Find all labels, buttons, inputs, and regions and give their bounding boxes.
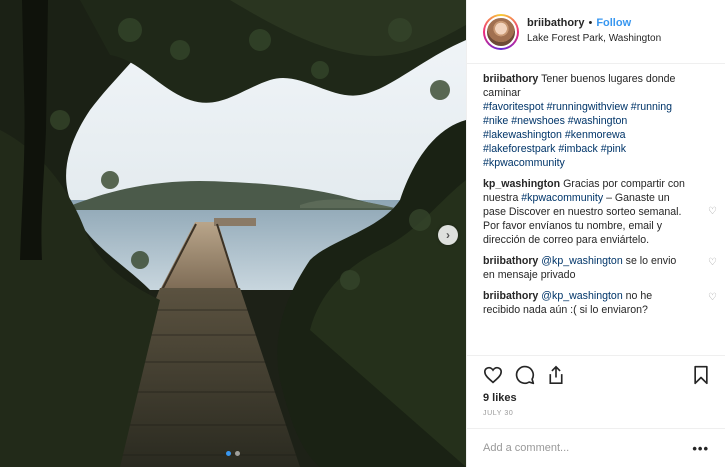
caption-hashtags[interactable]: #favoritespot #runningwithview #running … <box>483 101 672 169</box>
add-comment-bar: Add a comment... ••• <box>467 428 725 467</box>
separator: • <box>588 17 593 29</box>
post-header: briibathory • Follow Lake Forest Park, W… <box>467 0 725 64</box>
profile-picture <box>485 16 517 48</box>
header-text: briibathory • Follow Lake Forest Park, W… <box>527 14 661 63</box>
caption: briibathory Tener buenos lugares donde c… <box>483 72 705 170</box>
comment-mention[interactable]: @kp_washington <box>541 290 622 302</box>
post-date: JULY 30 <box>483 410 514 417</box>
carousel-indicator <box>226 451 240 456</box>
comment-username[interactable]: briibathory <box>483 255 538 267</box>
caption-username[interactable]: briibathory <box>483 73 538 85</box>
instagram-post: › briibathory • Follow Lake Forest Park,… <box>0 0 725 467</box>
follow-button[interactable]: Follow <box>596 17 631 29</box>
next-photo-button[interactable]: › <box>438 225 458 245</box>
comment-username[interactable]: kp_washington <box>483 178 560 190</box>
post-photo[interactable]: › <box>0 0 466 467</box>
location-link[interactable]: Lake Forest Park, Washington <box>527 33 661 44</box>
avatar[interactable] <box>483 14 519 50</box>
carousel-dot <box>235 451 240 456</box>
action-buttons <box>483 364 709 386</box>
heart-icon[interactable] <box>483 366 503 384</box>
carousel-dot <box>226 451 231 456</box>
comment-item: briibathory @kp_washington se lo envio e… <box>483 254 717 282</box>
username-link[interactable]: briibathory <box>527 17 584 29</box>
likes-count[interactable]: 9 likes <box>483 392 709 404</box>
share-icon[interactable] <box>547 365 565 385</box>
heart-icon[interactable]: ♡ <box>708 258 717 268</box>
more-options-icon[interactable]: ••• <box>692 441 709 456</box>
header-row: briibathory • Follow <box>527 17 661 29</box>
comment-icon[interactable] <box>515 365 535 385</box>
comment-mention[interactable]: @kp_washington <box>541 255 622 267</box>
comment-username[interactable]: briibathory <box>483 290 538 302</box>
lake-pier-photo <box>0 0 466 467</box>
comment-item: kp_washington Gracias por compartir con … <box>483 177 717 247</box>
chevron-right-icon: › <box>446 228 450 242</box>
comment-input[interactable]: Add a comment... <box>483 442 569 454</box>
comment-item: briibathory @kp_washington no he recibid… <box>483 289 717 317</box>
comment-hashtag[interactable]: #kpwacommunity <box>521 192 603 204</box>
comments-list: briibathory Tener buenos lugares donde c… <box>467 64 725 356</box>
post-details-panel: briibathory • Follow Lake Forest Park, W… <box>466 0 725 467</box>
bookmark-icon[interactable] <box>693 365 709 385</box>
heart-icon[interactable]: ♡ <box>708 207 717 217</box>
heart-icon[interactable]: ♡ <box>708 293 717 303</box>
action-bar: 9 likes JULY 30 <box>467 355 725 417</box>
